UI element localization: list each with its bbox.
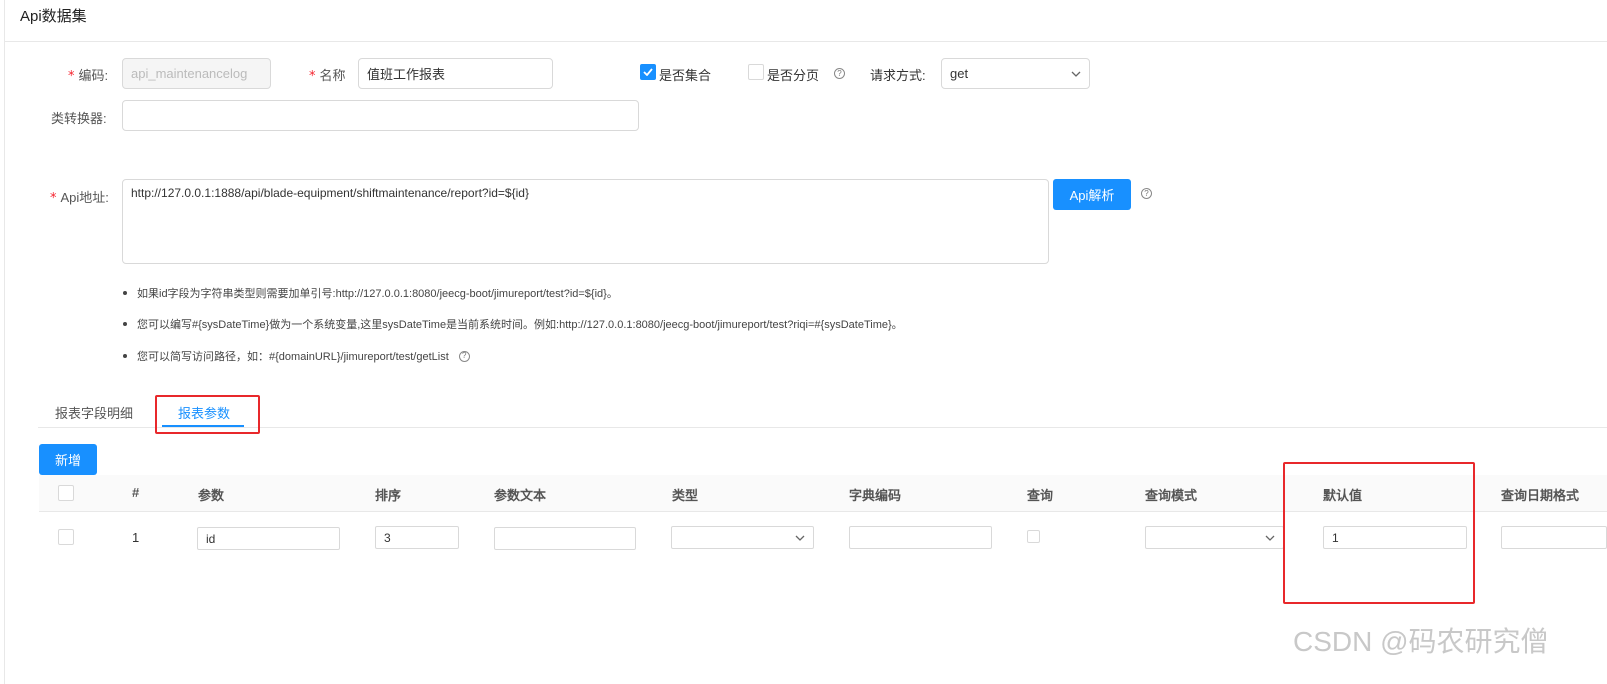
column-header: 查询	[1027, 488, 1054, 503]
query-checkbox[interactable]	[1027, 530, 1040, 543]
column-header: #	[132, 485, 140, 500]
api-url-textarea[interactable]: http://127.0.0.1:1888/api/blade-equipmen…	[122, 179, 1049, 264]
request-method-label: 请求方式:	[870, 68, 926, 83]
query-mode-select[interactable]	[1145, 526, 1284, 549]
request-method-value: get	[950, 66, 969, 81]
check-icon	[643, 68, 653, 76]
is-collection-checkbox[interactable]	[640, 64, 656, 80]
param-input[interactable]: id	[197, 527, 340, 550]
api-parse-button[interactable]: Api解析	[1053, 179, 1131, 210]
tab-report-fields[interactable]: 报表字段明细	[55, 403, 133, 422]
api-url-label-wrap: * Api地址:	[50, 187, 109, 206]
required-mark: *	[68, 69, 75, 84]
converter-input[interactable]	[122, 100, 639, 131]
column-header: 类型	[672, 488, 699, 503]
name-label-wrap: * 名称	[309, 65, 346, 84]
hint-item: 您可以编写#{sysDateTime}做为一个系统变量,这里sysDateTim…	[123, 316, 903, 332]
chevron-down-icon	[1071, 71, 1081, 77]
hint-text: 您可以简写访问路径，如：#{domainURL}/jimureport/test…	[137, 351, 449, 363]
watermark: CSDN @码农研究僧	[1293, 626, 1549, 657]
bullet	[123, 354, 127, 358]
hint-text: 您可以编写#{sysDateTime}做为一个系统变量,这里sysDateTim…	[137, 319, 903, 331]
chevron-down-icon	[1265, 535, 1275, 541]
page-title: Api数据集	[20, 8, 87, 25]
row-index: 1	[132, 530, 140, 545]
code-input[interactable]: api_maintenancelog	[122, 58, 271, 89]
converter-label: 类转换器:	[51, 111, 107, 126]
bullet	[123, 291, 127, 295]
left-border	[4, 0, 5, 684]
param-text-input[interactable]	[494, 527, 636, 550]
column-header: 排序	[375, 488, 402, 503]
row-checkbox[interactable]	[58, 529, 74, 545]
type-select[interactable]	[671, 526, 814, 549]
highlight-box-default	[1283, 462, 1475, 604]
column-header: 查询模式	[1145, 488, 1198, 503]
hint-item: 您可以简写访问路径，如：#{domainURL}/jimureport/test…	[123, 348, 470, 364]
select-all-checkbox[interactable]	[58, 485, 74, 501]
code-label: 编码:	[78, 68, 109, 83]
column-header: 查询日期格式	[1501, 488, 1580, 503]
bullet	[123, 322, 127, 326]
code-label-wrap: * 编码:	[68, 65, 108, 84]
title-divider	[5, 41, 1607, 42]
required-mark: *	[50, 191, 57, 206]
help-icon[interactable]: ?	[1141, 188, 1152, 199]
hint-text: 如果id字段为字符串类型则需要加单引号:http://127.0.0.1:808…	[137, 288, 618, 300]
required-mark: *	[309, 69, 316, 84]
date-format-input[interactable]	[1501, 526, 1607, 549]
column-header: 字典编码	[849, 488, 902, 503]
is-paged-checkbox[interactable]	[748, 64, 764, 80]
name-input[interactable]: 值班工作报表	[358, 58, 553, 89]
column-header: 参数文本	[494, 488, 547, 503]
dict-code-input[interactable]	[849, 526, 992, 549]
is-paged-label: 是否分页	[767, 68, 820, 83]
help-icon[interactable]: ?	[458, 350, 470, 362]
tabs-divider	[38, 427, 1607, 428]
api-url-label: Api地址:	[60, 190, 109, 205]
add-button[interactable]: 新增	[39, 444, 97, 475]
name-label: 名称	[319, 68, 346, 83]
help-icon[interactable]: ?	[834, 68, 845, 79]
hint-item: 如果id字段为字符串类型则需要加单引号:http://127.0.0.1:808…	[123, 285, 618, 301]
request-method-select[interactable]: get	[941, 58, 1090, 89]
is-collection-label: 是否集合	[659, 68, 712, 83]
chevron-down-icon	[795, 535, 805, 541]
order-input[interactable]: 3	[375, 526, 459, 549]
highlight-box-tab	[155, 395, 260, 434]
column-header: 参数	[198, 488, 225, 503]
